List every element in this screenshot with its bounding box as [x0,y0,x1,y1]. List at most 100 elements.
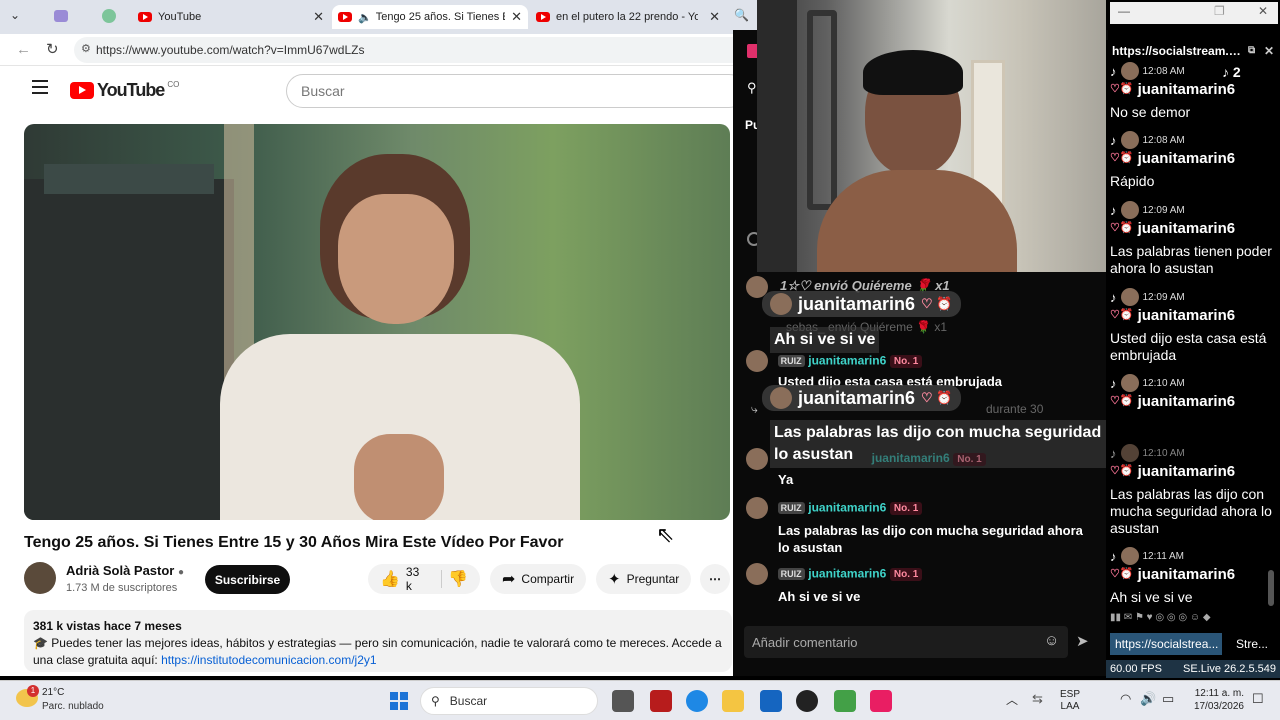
ss-username: juanitamarin6 [1137,565,1236,583]
video-stats: 381 k vistas hace 7 meses [33,619,182,633]
video-roof [44,164,214,194]
tab-active-video[interactable]: 🔈 Tengo 25 años. Si Tienes Entre ✕ [332,5,528,29]
wifi-icon[interactable]: ◠ [1120,691,1131,707]
video-player[interactable] [24,124,730,520]
rank-badge: No. 1 [889,501,923,515]
file-explorer-icon[interactable] [722,690,744,712]
like-icon[interactable]: 👍 [380,569,400,589]
scrollbar[interactable] [1268,570,1274,606]
volume-icon[interactable]: 🔊 [1140,691,1156,707]
search-input[interactable]: Buscar [286,74,746,108]
more-actions-icon[interactable]: ⋯ [700,564,730,594]
ss-tab-2[interactable]: Stre... [1228,633,1268,655]
close-window-icon[interactable]: ✕ [1258,4,1268,18]
close-tab-icon[interactable]: ✕ [505,9,522,25]
video-house-wall [24,179,234,520]
audio-icon[interactable]: 🔈 [358,11,372,24]
ss-avatar [1120,288,1139,306]
close-dock-icon[interactable]: ✕ [1264,40,1274,62]
tray-overflow-icon[interactable]: ︿ [1006,691,1018,708]
comment-username[interactable]: juanitamarin6 [808,566,886,580]
site-info-icon[interactable]: ⚙ [81,42,91,55]
lang-code: ESP [1060,689,1081,700]
ask-label: Preguntar [626,572,680,586]
subscribe-button[interactable]: Suscribirse [205,565,290,594]
subscriber-count: 1.73 M de suscriptores [66,582,178,594]
tab-group-icon[interactable] [54,10,68,22]
channel-name-row[interactable]: Adrià Solà Pastor ● [66,563,184,578]
minimize-icon[interactable]: — [1118,4,1130,18]
taskbar-search[interactable]: ⚲ Buscar [420,687,598,715]
comment-username[interactable]: juanitamarin6 [808,353,886,367]
app-icon-green[interactable] [834,690,856,712]
battery-icon[interactable]: ▭ [1162,691,1174,707]
emoji-icon[interactable]: ☺ [1044,632,1059,649]
task-view-icon[interactable] [612,690,634,712]
store-icon[interactable] [760,690,782,712]
float-icon[interactable]: ⧉ [1248,40,1255,62]
windows-start-icon[interactable] [390,692,408,710]
overlay-user-tag: juanitamarin6 ♡ ⏰ [762,291,961,320]
url-field[interactable]: ⚙ https://www.youtube.com/watch?v=ImmU67… [74,37,754,63]
tab-list-icon[interactable]: ⌄ [10,8,20,22]
youtube-logo[interactable]: YouTube CO [70,80,179,101]
description-link[interactable]: https://institutodecomunicacion.com/j2y1 [161,653,376,667]
tiktok-live-icon[interactable] [870,690,892,712]
emoji-toolbar[interactable]: ▮▮ ✉ ⚑ ♥ ◎ ◎ ◎ ☺ ◆ [1110,612,1255,626]
tiktok-icon: ♪ [1110,63,1117,79]
close-tab-icon[interactable]: ✕ [307,9,324,25]
tiktok-icon: ♪ [1110,132,1117,148]
ss-time: 12:10 AM [1142,377,1185,389]
ss-tab-1[interactable]: https://socialstrea... [1110,633,1222,655]
taskbar-search-label: Buscar [449,694,488,708]
tiktok-icon: ♪ [1110,445,1117,461]
channel-avatar[interactable] [24,562,56,594]
pinned-tab-icon[interactable] [102,9,116,23]
ss-message: ♪ 12:10 AM ♡⏰ juanitamarin6 [1110,374,1278,410]
tab-other-video[interactable]: en el putero la 22 prendo - YouTube ✕ [530,5,726,29]
ss-avatar [1120,547,1139,565]
ss-time: 12:09 AM [1142,204,1185,216]
heart-badge-icon: ♡⏰ [1110,82,1134,95]
overlay-tag: juanitamarin6 ♡ ⏰ [762,291,961,317]
close-tab-icon[interactable]: ✕ [703,9,720,25]
ss-avatar [1120,131,1139,149]
edge-icon[interactable] [686,690,708,712]
comment-avatar [746,448,768,470]
tab-youtube[interactable]: YouTube ✕ [132,5,330,29]
ss-time: 12:11 AM [1142,550,1185,562]
ask-button[interactable]: ✦ Preguntar [596,564,692,594]
tiktok-icon: ♪ [1110,202,1117,218]
dislike-icon[interactable]: 👎 [448,569,468,589]
cam-person-hair [863,50,963,95]
send-icon[interactable]: ➤ [1076,632,1089,650]
comment-input[interactable]: Añadir comentario ☺ [744,626,1068,658]
menu-icon[interactable] [32,80,48,94]
search-tab-icon[interactable]: 🔍 [734,8,749,22]
restore-icon[interactable]: ❐ [1214,4,1225,18]
heart-badge-icon: ♡ ⏰ [921,296,953,311]
comment-avatar [746,497,768,519]
share-panel-icon[interactable]: ⤷ [751,402,758,417]
ss-avatar [1120,444,1139,462]
comment-username[interactable]: juanitamarin6 [808,500,886,514]
user-icon[interactable]: ⚲ [747,80,757,96]
weather-desc: Parc. nublado [42,701,104,712]
clock[interactable]: 12:11 a. m. 17/03/2026 [1180,687,1244,713]
notifications-icon[interactable]: ☐ [1252,691,1264,707]
reload-icon[interactable]: ↻ [46,40,59,58]
ss-text: Usted dijo esta casa está embrujada [1110,330,1267,363]
obs-icon[interactable] [796,690,818,712]
lang-layout: LAA [1060,701,1080,712]
comment-avatar [746,563,768,585]
rank-badge: No. 1 [889,354,923,368]
back-icon[interactable]: ← [16,41,31,58]
comment-username[interactable]: juanitamarin6 [872,451,950,465]
tray-app-icon[interactable]: ⇆ [1032,691,1043,707]
description-box[interactable]: 381 k vistas hace 7 meses 🎓 Puedes tener… [24,610,732,672]
app-icon-shield[interactable] [650,690,672,712]
language-indicator[interactable]: ESP LAA [1060,689,1080,713]
tab-bar: ⌄ YouTube ✕ 🔈 Tengo 25 años. Si Tienes E… [0,0,760,34]
share-button[interactable]: ➦ Compartir [490,564,587,594]
like-dislike-group: 👍 33 k 👎 [368,564,480,594]
